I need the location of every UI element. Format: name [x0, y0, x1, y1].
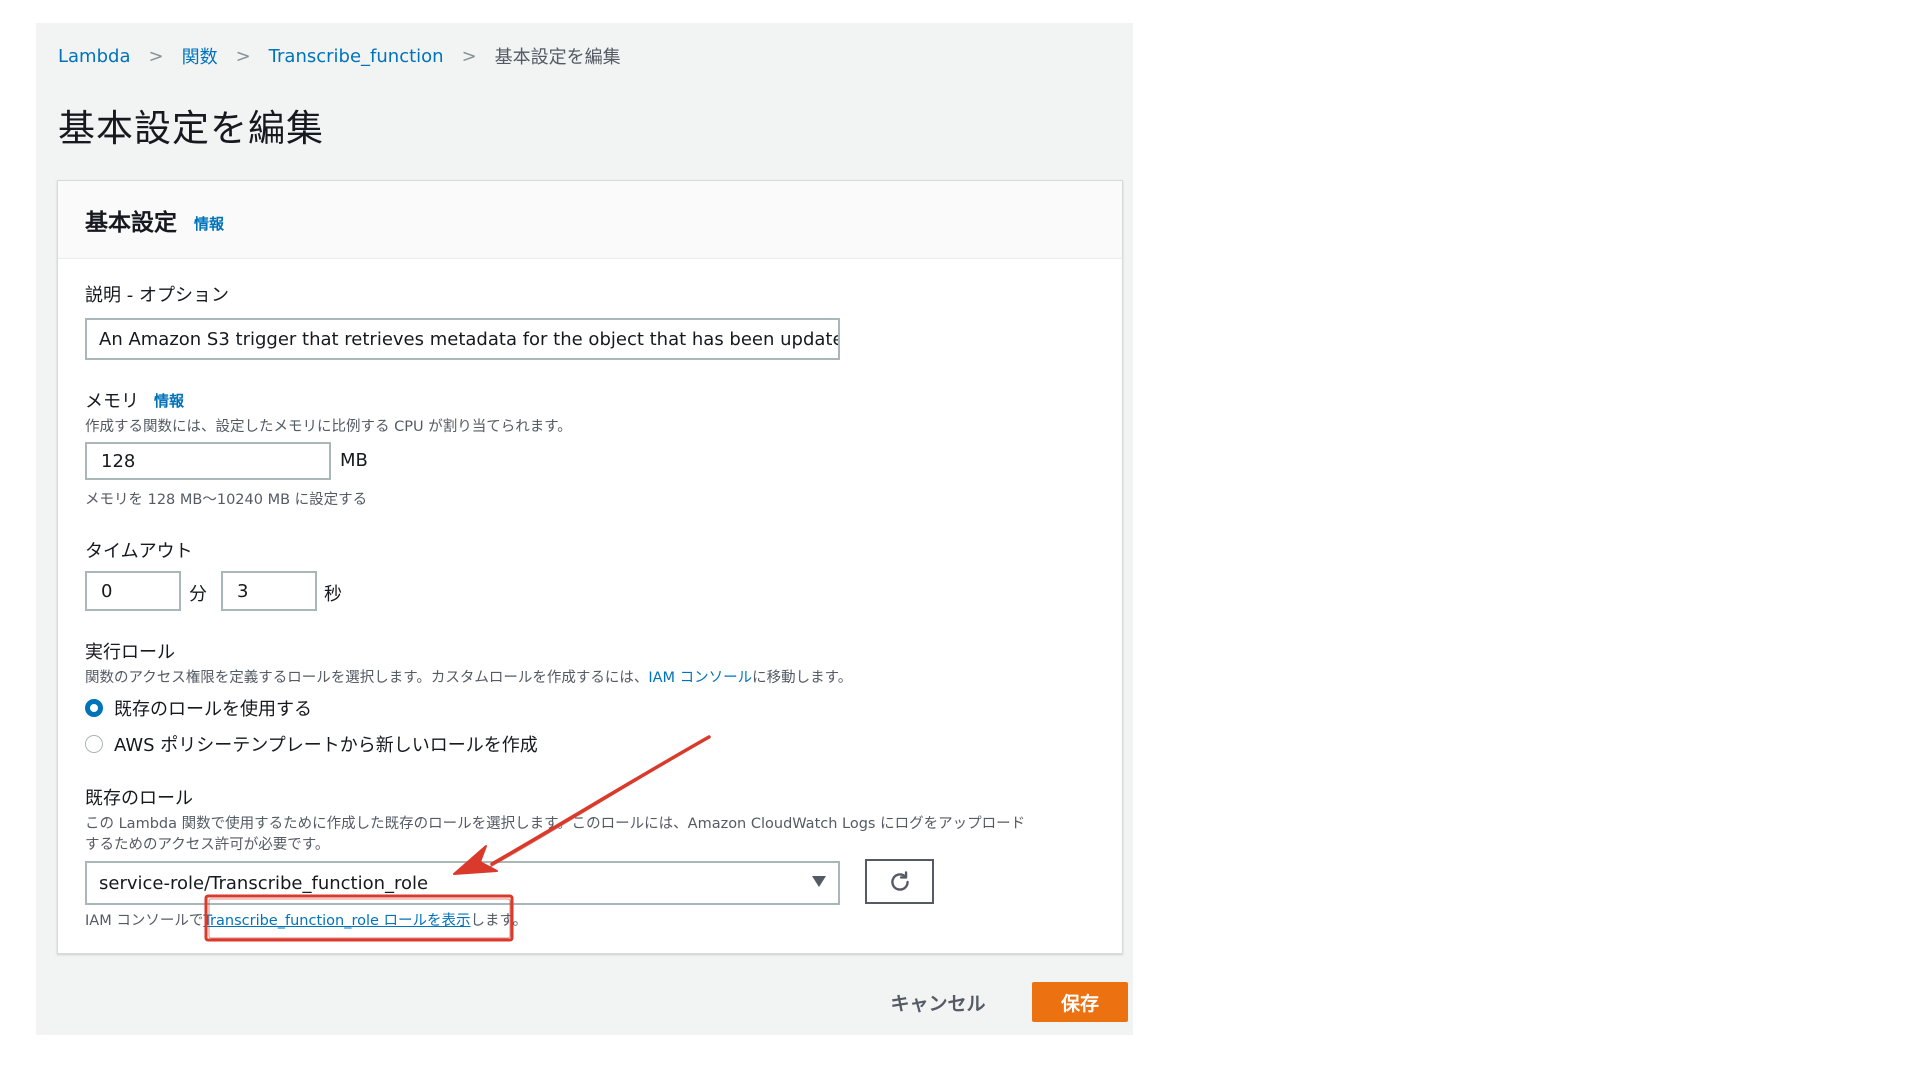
view-role-suffix: します。 [470, 913, 528, 929]
existing-role-hint-line1: この Lambda 関数で使用するために作成した既存のロールを選択します。このロ… [85, 816, 1026, 832]
chevron-right-icon: > [461, 45, 477, 67]
view-role-prefix: IAM コンソールで [85, 913, 204, 929]
breadcrumb: Lambda > 関数 > Transcribe_function > 基本設定… [58, 43, 621, 69]
card-title: 基本設定 [85, 210, 177, 236]
chevron-right-icon: > [148, 45, 164, 67]
existing-role-select[interactable]: service-role/Transcribe_function_role [85, 861, 840, 905]
memory-label: メモリ [85, 391, 139, 412]
cancel-button[interactable]: キャンセル [878, 982, 998, 1022]
refresh-button[interactable] [865, 859, 934, 904]
save-button[interactable]: 保存 [1032, 982, 1128, 1022]
memory-info-link[interactable]: 情報 [154, 390, 184, 411]
view-role-link[interactable]: Transcribe_function_role ロールを表示 [203, 913, 470, 929]
execution-role-hint-prefix: 関数のアクセス権限を定義するロールを選択します。カスタムロールを作成するには、 [85, 670, 649, 686]
caret-down-icon [812, 876, 826, 887]
page-title: 基本設定を編集 [58, 107, 324, 150]
execution-role-hint-suffix: に移動します。 [752, 670, 853, 686]
card-info-link[interactable]: 情報 [194, 213, 224, 234]
existing-role-select-value: service-role/Transcribe_function_role [99, 872, 429, 894]
card-header: 基本設定 情報 [58, 181, 1122, 259]
timeout-minutes-input[interactable]: 0 [85, 571, 181, 611]
chevron-right-icon: > [235, 45, 251, 67]
radio-use-existing-role-label[interactable]: 既存のロールを使用する [114, 695, 312, 721]
timeout-seconds-unit: 秒 [324, 584, 342, 605]
breadcrumb-lambda[interactable]: Lambda [58, 46, 130, 67]
radio-create-from-template[interactable] [85, 735, 103, 753]
description-label: 説明 - オプション [85, 285, 229, 306]
breadcrumb-functions[interactable]: 関数 [182, 43, 218, 69]
timeout-minutes-unit: 分 [189, 584, 207, 605]
radio-create-from-template-label[interactable]: AWS ポリシーテンプレートから新しいロールを作成 [114, 731, 538, 757]
screenshot-root: Lambda > 関数 > Transcribe_function > 基本設定… [0, 0, 1920, 1080]
breadcrumb-current: 基本設定を編集 [494, 47, 621, 68]
basic-settings-card: 基本設定 情報 説明 - オプション An Amazon S3 trigger … [57, 180, 1123, 954]
timeout-seconds-input[interactable]: 3 [221, 571, 317, 611]
existing-role-hint-line2: するためのアクセス許可が必要です。 [85, 837, 330, 853]
memory-hint: 作成する関数には、設定したメモリに比例する CPU が割り当てられます。 [85, 419, 572, 435]
refresh-icon [890, 870, 909, 891]
radio-use-existing-role[interactable] [85, 699, 103, 717]
execution-role-label: 実行ロール [85, 642, 175, 663]
timeout-label: タイムアウト [85, 541, 193, 562]
existing-role-label: 既存のロール [85, 788, 193, 809]
breadcrumb-function-name[interactable]: Transcribe_function [269, 46, 444, 67]
execution-role-hint: 関数のアクセス権限を定義するロールを選択します。カスタムロールを作成するには、I… [85, 666, 852, 687]
memory-range-hint: メモリを 128 MB〜10240 MB に設定する [85, 492, 368, 508]
description-input[interactable]: An Amazon S3 trigger that retrieves meta… [85, 318, 840, 360]
iam-console-link[interactable]: IAM コンソール [648, 670, 752, 686]
memory-input[interactable]: 128 [85, 442, 331, 480]
memory-unit: MB [340, 450, 368, 471]
view-role-line: IAM コンソールでTranscribe_function_role ロールを表… [85, 909, 527, 930]
